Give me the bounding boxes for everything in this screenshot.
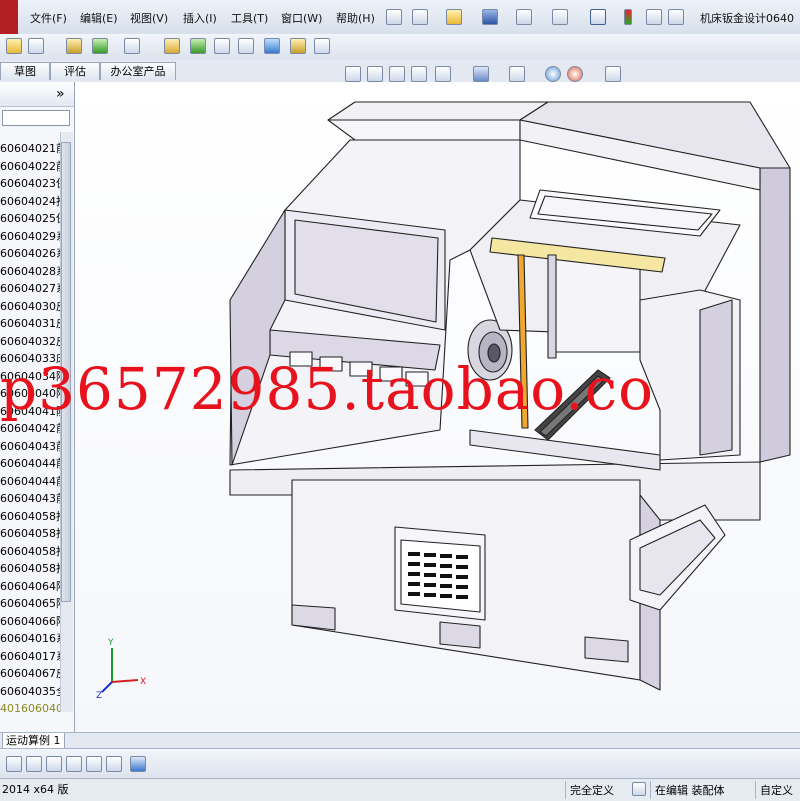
tree-item[interactable]: 60604065隔 bbox=[0, 595, 60, 612]
mate-icon[interactable] bbox=[28, 38, 44, 54]
exploded-view-icon[interactable] bbox=[290, 38, 306, 54]
reference-geometry-icon[interactable] bbox=[214, 38, 230, 54]
bottom-toolbar bbox=[0, 748, 800, 779]
tree-item[interactable]: 60604027系 bbox=[0, 280, 60, 297]
tree-item[interactable]: 60604064隔 bbox=[0, 578, 60, 595]
tree-item[interactable]: 60604028系 bbox=[0, 263, 60, 280]
tree-item[interactable]: 4016060403 bbox=[0, 700, 60, 717]
show-hidden-icon[interactable] bbox=[164, 38, 180, 54]
menu-window[interactable]: 窗口(W) bbox=[281, 10, 322, 26]
tree-item[interactable]: 60604067皮 bbox=[0, 665, 60, 682]
svg-text:X: X bbox=[140, 677, 146, 687]
tree-item[interactable]: 60604029系 bbox=[0, 228, 60, 245]
single-view-icon[interactable] bbox=[86, 756, 102, 772]
svg-text:Z: Z bbox=[96, 691, 102, 701]
nav-last-icon[interactable] bbox=[66, 756, 82, 772]
tree-item[interactable]: 60604032皮 bbox=[0, 333, 60, 350]
rebuild-status-icon[interactable] bbox=[632, 782, 646, 796]
svg-text:Y: Y bbox=[107, 638, 114, 648]
3d-view-icon[interactable] bbox=[130, 756, 146, 772]
tree-item[interactable]: 60604044前 bbox=[0, 455, 60, 472]
view-settings-icon[interactable] bbox=[605, 66, 621, 82]
status-editing-assembly: 在编辑 装配体 bbox=[650, 781, 725, 799]
select-arrow-icon[interactable] bbox=[590, 9, 606, 25]
pin-icon[interactable] bbox=[386, 9, 402, 25]
tree-item[interactable]: 60604021前 bbox=[0, 140, 60, 157]
status-units-custom[interactable]: 自定义 bbox=[755, 781, 793, 799]
bill-of-materials-icon[interactable] bbox=[264, 38, 280, 54]
nav-next-icon[interactable] bbox=[46, 756, 62, 772]
tree-item[interactable]: 60604031皮 bbox=[0, 315, 60, 332]
menu-edit[interactable]: 编辑(E) bbox=[80, 10, 118, 26]
tree-item[interactable]: 60604043前 bbox=[0, 438, 60, 455]
tree-item[interactable]: 60604044前 bbox=[0, 473, 60, 490]
tree-item[interactable]: 60604023保 bbox=[0, 175, 60, 192]
tab-office-products[interactable]: 办公室产品 bbox=[100, 62, 176, 80]
insert-component-icon[interactable] bbox=[6, 38, 22, 54]
collapse-panel-icon[interactable]: » bbox=[56, 86, 65, 102]
print-icon[interactable] bbox=[516, 9, 532, 25]
menu-view[interactable]: 视图(V) bbox=[130, 10, 168, 26]
save-icon[interactable] bbox=[482, 9, 498, 25]
tree-item[interactable]: 60604058推 bbox=[0, 508, 60, 525]
panel-header: » bbox=[0, 82, 74, 107]
options-icon[interactable] bbox=[668, 9, 684, 25]
hide-show-items-icon[interactable] bbox=[509, 66, 525, 82]
tree-item[interactable]: 60604022前 bbox=[0, 158, 60, 175]
tree-item[interactable]: 60604058推 bbox=[0, 543, 60, 560]
menu-file[interactable]: 文件(F) bbox=[30, 10, 67, 26]
new-document-icon[interactable] bbox=[412, 9, 428, 25]
new-motion-study-icon[interactable] bbox=[238, 38, 254, 54]
assembly-features-icon[interactable] bbox=[190, 38, 206, 54]
watermark-text: p36572985.taobao.co bbox=[0, 355, 655, 423]
menu-help[interactable]: 帮助(H) bbox=[336, 10, 375, 26]
rebuild-icon[interactable] bbox=[624, 9, 632, 25]
tree-item[interactable]: 60604043前 bbox=[0, 490, 60, 507]
linear-pattern-icon[interactable] bbox=[66, 38, 82, 54]
status-bar: 2014 x64 版 完全定义 在编辑 装配体 自定义 bbox=[0, 778, 800, 801]
menu-tools[interactable]: 工具(T) bbox=[231, 10, 268, 26]
menu-bar: 文件(F) 编辑(E) 视图(V) 插入(I) 工具(T) 窗口(W) 帮助(H… bbox=[0, 0, 800, 35]
tree-item[interactable]: 60604066隔 bbox=[0, 613, 60, 630]
display-style-icon[interactable] bbox=[473, 66, 489, 82]
undo-icon[interactable] bbox=[552, 9, 568, 25]
move-component-icon[interactable] bbox=[124, 38, 140, 54]
status-fully-defined: 完全定义 bbox=[565, 781, 614, 799]
apply-scene-icon[interactable] bbox=[567, 66, 583, 82]
tree-filter-input[interactable] bbox=[2, 110, 70, 126]
zoom-to-area-icon[interactable] bbox=[367, 66, 383, 82]
tree-item[interactable]: 60604025保 bbox=[0, 210, 60, 227]
tree-item[interactable]: 60604058推 bbox=[0, 560, 60, 577]
file-properties-icon[interactable] bbox=[646, 9, 662, 25]
tiled-view-icon[interactable] bbox=[106, 756, 122, 772]
nav-first-icon[interactable] bbox=[6, 756, 22, 772]
tab-evaluate[interactable]: 评估 bbox=[50, 62, 100, 80]
tree-item[interactable]: 60604026系 bbox=[0, 245, 60, 262]
app-logo-icon bbox=[0, 0, 18, 34]
tree-item[interactable]: 60604024推 bbox=[0, 193, 60, 210]
explode-line-sketch-icon[interactable] bbox=[314, 38, 330, 54]
open-folder-icon[interactable] bbox=[446, 9, 462, 25]
menu-insert[interactable]: 插入(I) bbox=[183, 10, 217, 26]
command-toolbar bbox=[0, 34, 800, 61]
smart-fasteners-icon[interactable] bbox=[92, 38, 108, 54]
status-version: 2014 x64 版 bbox=[2, 783, 69, 796]
section-view-icon[interactable] bbox=[411, 66, 427, 82]
tree-item[interactable]: 60604035全 bbox=[0, 683, 60, 700]
previous-view-icon[interactable] bbox=[389, 66, 405, 82]
view-orientation-icon[interactable] bbox=[435, 66, 451, 82]
tab-sketch[interactable]: 草图 bbox=[0, 62, 50, 80]
zoom-to-fit-icon[interactable] bbox=[345, 66, 361, 82]
tree-item[interactable]: 60604058推 bbox=[0, 525, 60, 542]
bottom-tabs: 运动算例 1 bbox=[0, 732, 800, 749]
nav-prev-icon[interactable] bbox=[26, 756, 42, 772]
xyz-triad-icon: Y X Z bbox=[96, 638, 146, 701]
tree-item[interactable]: 60604016系 bbox=[0, 630, 60, 647]
tree-item[interactable]: 60604030皮 bbox=[0, 298, 60, 315]
edit-appearance-icon[interactable] bbox=[545, 66, 561, 82]
tree-item[interactable]: 60604017系 bbox=[0, 648, 60, 665]
tab-motion-study[interactable]: 运动算例 1 bbox=[2, 733, 65, 749]
window-title: 机床钣金设计0640 bbox=[700, 12, 794, 25]
